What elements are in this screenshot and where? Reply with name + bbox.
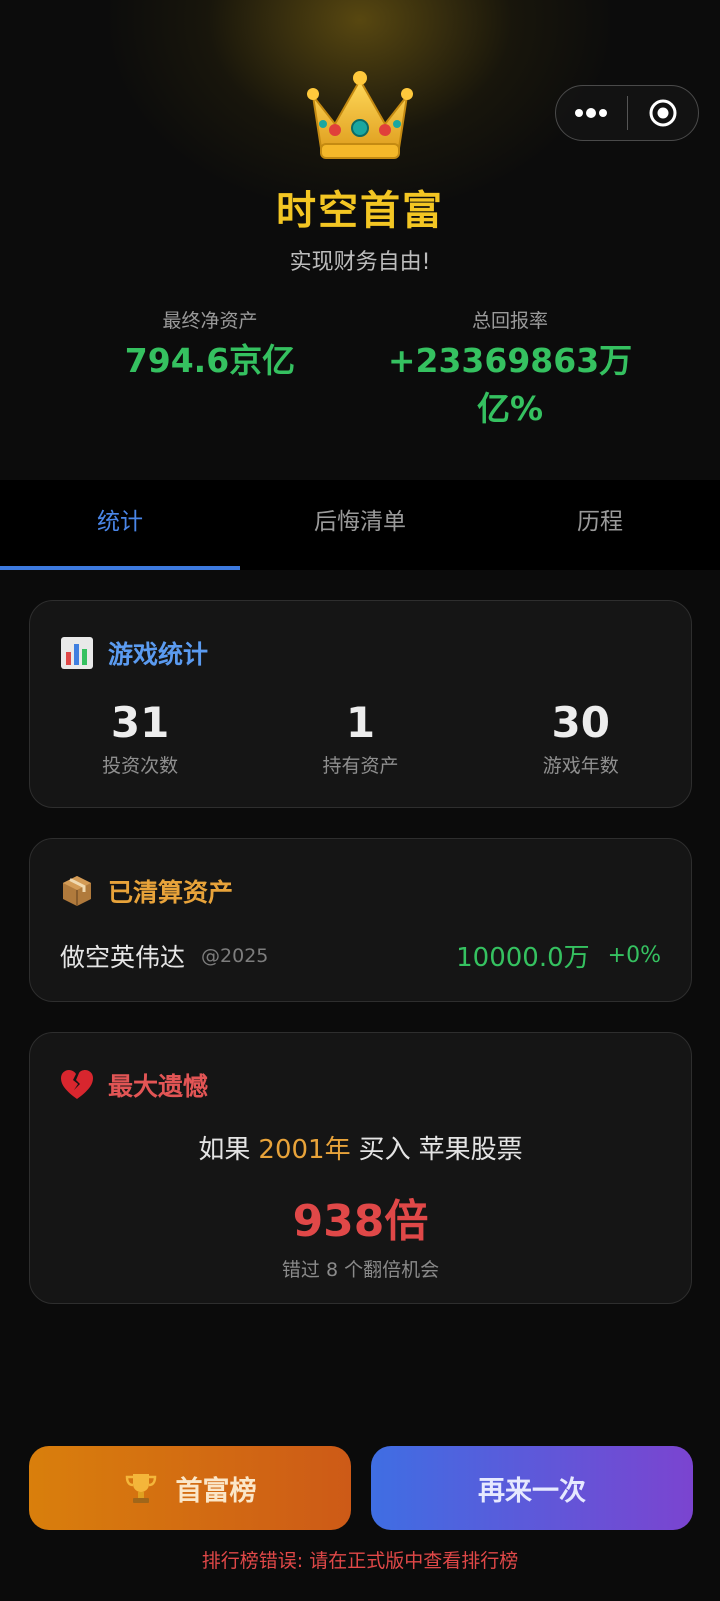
leaderboard-label: 首富榜 xyxy=(175,1475,257,1507)
tab-stats[interactable]: 统计 xyxy=(0,480,240,570)
regret-multiple: 938倍 xyxy=(292,1196,429,1247)
package-icon xyxy=(63,876,91,906)
leaderboard-error-text: 排行榜错误: 请在正式版中查看排行榜 xyxy=(201,1550,519,1572)
stat-label: 持有资产 xyxy=(322,755,399,777)
stat-value: 30 xyxy=(551,698,610,747)
stat-value: 31 xyxy=(110,698,170,747)
crown-icon xyxy=(307,71,413,159)
asset-amount: 10000.0万 xyxy=(456,943,590,973)
asset-change: +0% xyxy=(607,943,661,968)
stat-invest-count: 31 投资次数 xyxy=(30,697,250,778)
regret-note: 错过 8 个翻倍机会 xyxy=(281,1259,440,1281)
play-again-button[interactable]: 再来一次 xyxy=(371,1446,693,1530)
tab-bar: 统计 后悔清单 历程 xyxy=(0,480,720,570)
regret-stock: 苹果股票 xyxy=(418,1135,523,1165)
asset-year: @2025 xyxy=(201,944,269,967)
hero-section: 时空首富 实现财务自由! 最终净资产 794.6京亿 总回报率 +2336986… xyxy=(0,0,720,480)
net-assets-value: 794.6京亿 xyxy=(124,341,296,380)
stat-label: 投资次数 xyxy=(102,755,179,777)
regret-sentence: 如果 2001年 买入 苹果股票 xyxy=(30,1129,691,1166)
miniprogram-capsule xyxy=(555,85,699,141)
trophy-icon xyxy=(125,1474,156,1503)
tab-history[interactable]: 历程 xyxy=(480,480,720,570)
more-dots-icon[interactable] xyxy=(556,86,627,140)
net-assets-label: 最终净资产 xyxy=(162,310,258,332)
play-again-label: 再来一次 xyxy=(478,1475,586,1507)
biggest-regret-card: 最大遗憾 如果 2001年 买入 苹果股票 938倍 错过 8 个翻倍机会 xyxy=(29,1032,692,1304)
regret-buy: 买入 xyxy=(358,1135,411,1165)
page-title: 时空首富 xyxy=(276,188,444,234)
bar-chart-icon xyxy=(61,637,93,669)
stat-game-years: 30 游戏年数 xyxy=(471,697,691,778)
tab-regret-list[interactable]: 后悔清单 xyxy=(240,480,480,570)
stat-value: 1 xyxy=(345,698,376,747)
stat-held-assets: 1 持有资产 xyxy=(250,697,470,778)
return-rate-label: 总回报率 xyxy=(471,310,548,332)
game-stats-card: 游戏统计 31 投资次数 1 持有资产 30 游戏年数 xyxy=(29,600,692,808)
return-rate-stat: 总回报率 +23369863万亿% xyxy=(380,306,640,433)
liquidated-assets-card: 已清算资产 做空英伟达 @2025 10000.0万 +0% xyxy=(29,838,692,1002)
regret-year: 2001年 xyxy=(258,1135,351,1165)
broken-heart-icon xyxy=(61,1070,93,1099)
leaderboard-button[interactable]: 首富榜 xyxy=(29,1446,351,1530)
regret-title: 最大遗憾 xyxy=(108,1072,209,1101)
asset-row[interactable]: 做空英伟达 @2025 10000.0万 +0% xyxy=(60,937,661,974)
target-close-icon[interactable] xyxy=(628,86,699,140)
stat-label: 游戏年数 xyxy=(542,755,619,777)
liquidated-title: 已清算资产 xyxy=(108,878,234,907)
asset-name: 做空英伟达 xyxy=(60,942,186,972)
page-subtitle: 实现财务自由! xyxy=(289,250,431,275)
game-stats-title: 游戏统计 xyxy=(108,640,209,669)
net-assets-stat: 最终净资产 794.6京亿 xyxy=(90,306,330,385)
return-rate-value: +23369863万亿% xyxy=(387,341,633,428)
regret-if: 如果 xyxy=(198,1135,251,1165)
